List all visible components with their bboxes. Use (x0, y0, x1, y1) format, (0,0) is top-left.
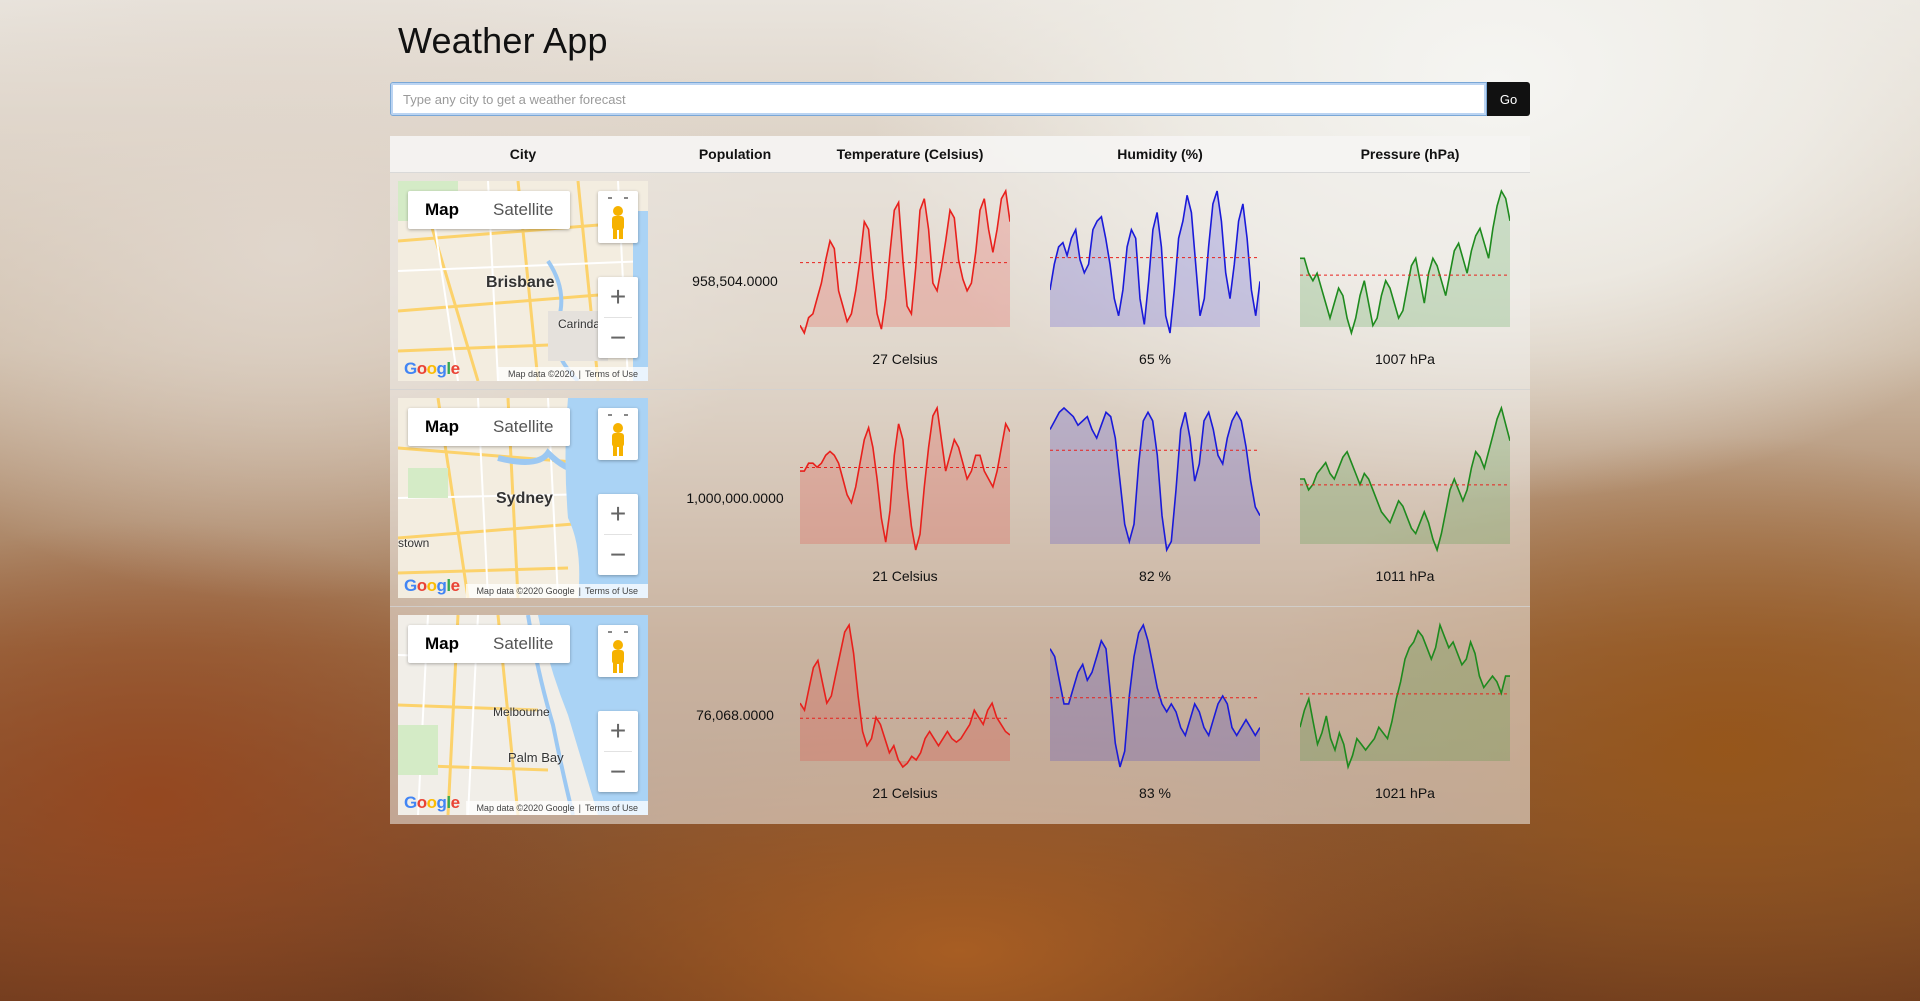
map-city-label: Melbourne (493, 705, 550, 719)
pressure-value: 1021 hPa (1375, 785, 1435, 801)
terms-of-use-link[interactable]: Terms of Use (585, 586, 638, 596)
zoom-in-button[interactable]: + (598, 277, 638, 317)
map-type-map-button[interactable]: Map (408, 191, 476, 229)
map-attribution: Map data ©2020 Google | Terms of Use (466, 584, 648, 598)
weather-table: City Population Temperature (Celsius) Hu… (390, 136, 1530, 824)
google-logo: Google (404, 576, 460, 595)
city-map[interactable]: Melbourne Palm Bay Map Satellite + − Goo… (398, 615, 648, 815)
temperature-value: 21 Celsius (872, 568, 938, 584)
sparkline-area (1300, 625, 1510, 767)
sparkline-area (800, 408, 1010, 550)
map-data-text: Map data ©2020 Google (476, 586, 575, 596)
zoom-out-button[interactable]: − (598, 752, 638, 792)
table-row: Sydney stown Map Satellite + − Google Ma… (390, 390, 1530, 607)
map-city-label: Sydney (496, 490, 553, 507)
zoom-control: + − (598, 494, 638, 575)
map-type-control: Map Satellite (408, 408, 571, 446)
street-view-pegman[interactable] (598, 191, 638, 243)
map-attribution: Map data ©2020 Google | Terms of Use (466, 801, 648, 815)
map-type-map-button[interactable]: Map (408, 408, 476, 446)
google-logo: Google (404, 793, 460, 812)
go-button[interactable]: Go (1487, 82, 1530, 116)
pressure-sparkline (1300, 188, 1510, 336)
table-header: City Population Temperature (Celsius) Hu… (390, 136, 1530, 173)
map-type-control: Map Satellite (408, 191, 571, 229)
zoom-out-button[interactable]: − (598, 535, 638, 575)
street-view-pegman[interactable] (598, 408, 638, 460)
pegman-icon (608, 631, 628, 673)
search-bar: Go (390, 82, 1530, 116)
humidity-value: 83 % (1139, 785, 1171, 801)
pressure-sparkline (1300, 622, 1510, 770)
table-row: Melbourne Palm Bay Map Satellite + − Goo… (390, 607, 1530, 823)
map-type-satellite-button[interactable]: Satellite (476, 408, 570, 446)
population-value: 76,068.0000 (696, 707, 774, 723)
street-view-pegman[interactable] (598, 625, 638, 677)
zoom-control: + − (598, 277, 638, 358)
sparkline-area (1300, 408, 1510, 550)
population-value: 958,504.0000 (692, 273, 778, 289)
sparkline-area (1050, 408, 1260, 550)
temperature-value: 21 Celsius (872, 785, 938, 801)
sparkline-area (1050, 625, 1260, 767)
zoom-in-button[interactable]: + (598, 711, 638, 751)
population-value: 1,000,000.0000 (686, 490, 784, 506)
temperature-value: 27 Celsius (872, 351, 938, 367)
pressure-value: 1011 hPa (1375, 568, 1435, 584)
terms-of-use-link[interactable]: Terms of Use (585, 369, 638, 379)
city-map[interactable]: Sydney stown Map Satellite + − Google Ma… (398, 398, 648, 598)
sparkline-area (800, 191, 1010, 333)
map-suburb-label: Carinda (558, 317, 601, 331)
map-data-text: Map data ©2020 Google (476, 803, 575, 813)
temperature-sparkline (800, 405, 1010, 551)
map-type-satellite-button[interactable]: Satellite (476, 191, 570, 229)
humidity-value: 65 % (1139, 351, 1171, 367)
pegman-icon (608, 414, 628, 456)
page-title: Weather App (398, 20, 608, 61)
zoom-control: + − (598, 711, 638, 792)
column-header-temperature: Temperature (Celsius) (836, 146, 984, 162)
terms-of-use-link[interactable]: Terms of Use (585, 803, 638, 813)
map-type-map-button[interactable]: Map (408, 625, 476, 663)
city-map[interactable]: Brisbane Carinda Map Satellite + − Googl… (398, 181, 648, 381)
table-row: Brisbane Carinda Map Satellite + − Googl… (390, 173, 1530, 390)
google-logo: Google (404, 359, 460, 378)
map-city-label: Brisbane (486, 274, 555, 291)
zoom-out-button[interactable]: − (598, 318, 638, 358)
temperature-sparkline (800, 622, 1010, 769)
zoom-in-button[interactable]: + (598, 494, 638, 534)
column-header-city: City (509, 146, 537, 162)
pressure-value: 1007 hPa (1375, 351, 1435, 367)
city-search-input[interactable] (390, 82, 1487, 116)
pegman-icon (608, 197, 628, 239)
map-data-text: Map data ©2020 (507, 369, 575, 379)
humidity-sparkline (1050, 622, 1260, 768)
map-type-satellite-button[interactable]: Satellite (476, 625, 570, 663)
humidity-sparkline (1050, 190, 1260, 334)
humidity-value: 82 % (1139, 568, 1171, 584)
pressure-sparkline (1300, 405, 1510, 553)
temperature-sparkline (800, 188, 1010, 336)
map-suburb-label: stown (398, 536, 430, 550)
map-attribution: Map data ©2020 | Terms of Use (497, 367, 648, 381)
map-city-label-2: Palm Bay (508, 750, 564, 765)
column-header-humidity: Humidity (%) (1117, 146, 1203, 162)
humidity-sparkline (1050, 406, 1260, 553)
column-header-pressure: Pressure (hPa) (1360, 146, 1460, 162)
column-header-population: Population (698, 146, 772, 162)
map-type-control: Map Satellite (408, 625, 571, 663)
